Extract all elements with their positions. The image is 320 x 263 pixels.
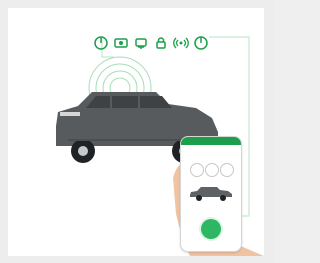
phone-stat-1: [190, 163, 204, 177]
app-frame: [0, 0, 274, 263]
phone-stat-2: [205, 163, 219, 177]
phone-stat-3: [220, 163, 234, 177]
phone-mockup: [180, 136, 242, 252]
phone-header: [181, 137, 241, 145]
hero-card: [8, 8, 264, 256]
start-button[interactable]: [201, 219, 221, 239]
phone-car-icon: [190, 187, 232, 201]
